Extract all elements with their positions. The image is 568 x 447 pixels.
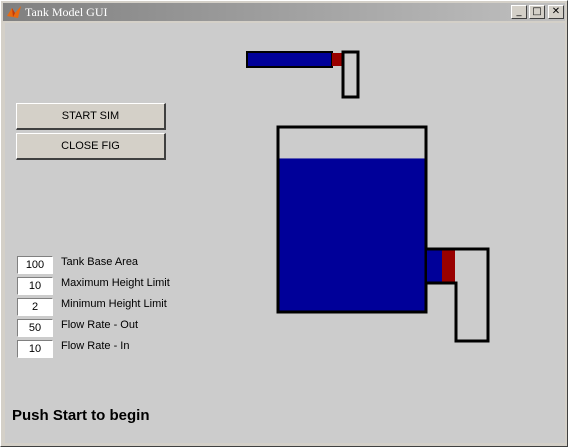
tank-diagram <box>246 50 490 343</box>
outflow-pipe-water <box>427 250 443 282</box>
outflow-valve <box>442 250 455 282</box>
inflow-pipe-water <box>246 51 333 68</box>
app-window: Tank Model GUI _ □ ✕ START SIM CLOSE FIG… <box>0 0 568 447</box>
inflow-valve <box>332 53 342 66</box>
inflow-spout <box>341 50 360 99</box>
tank-water <box>278 158 426 312</box>
